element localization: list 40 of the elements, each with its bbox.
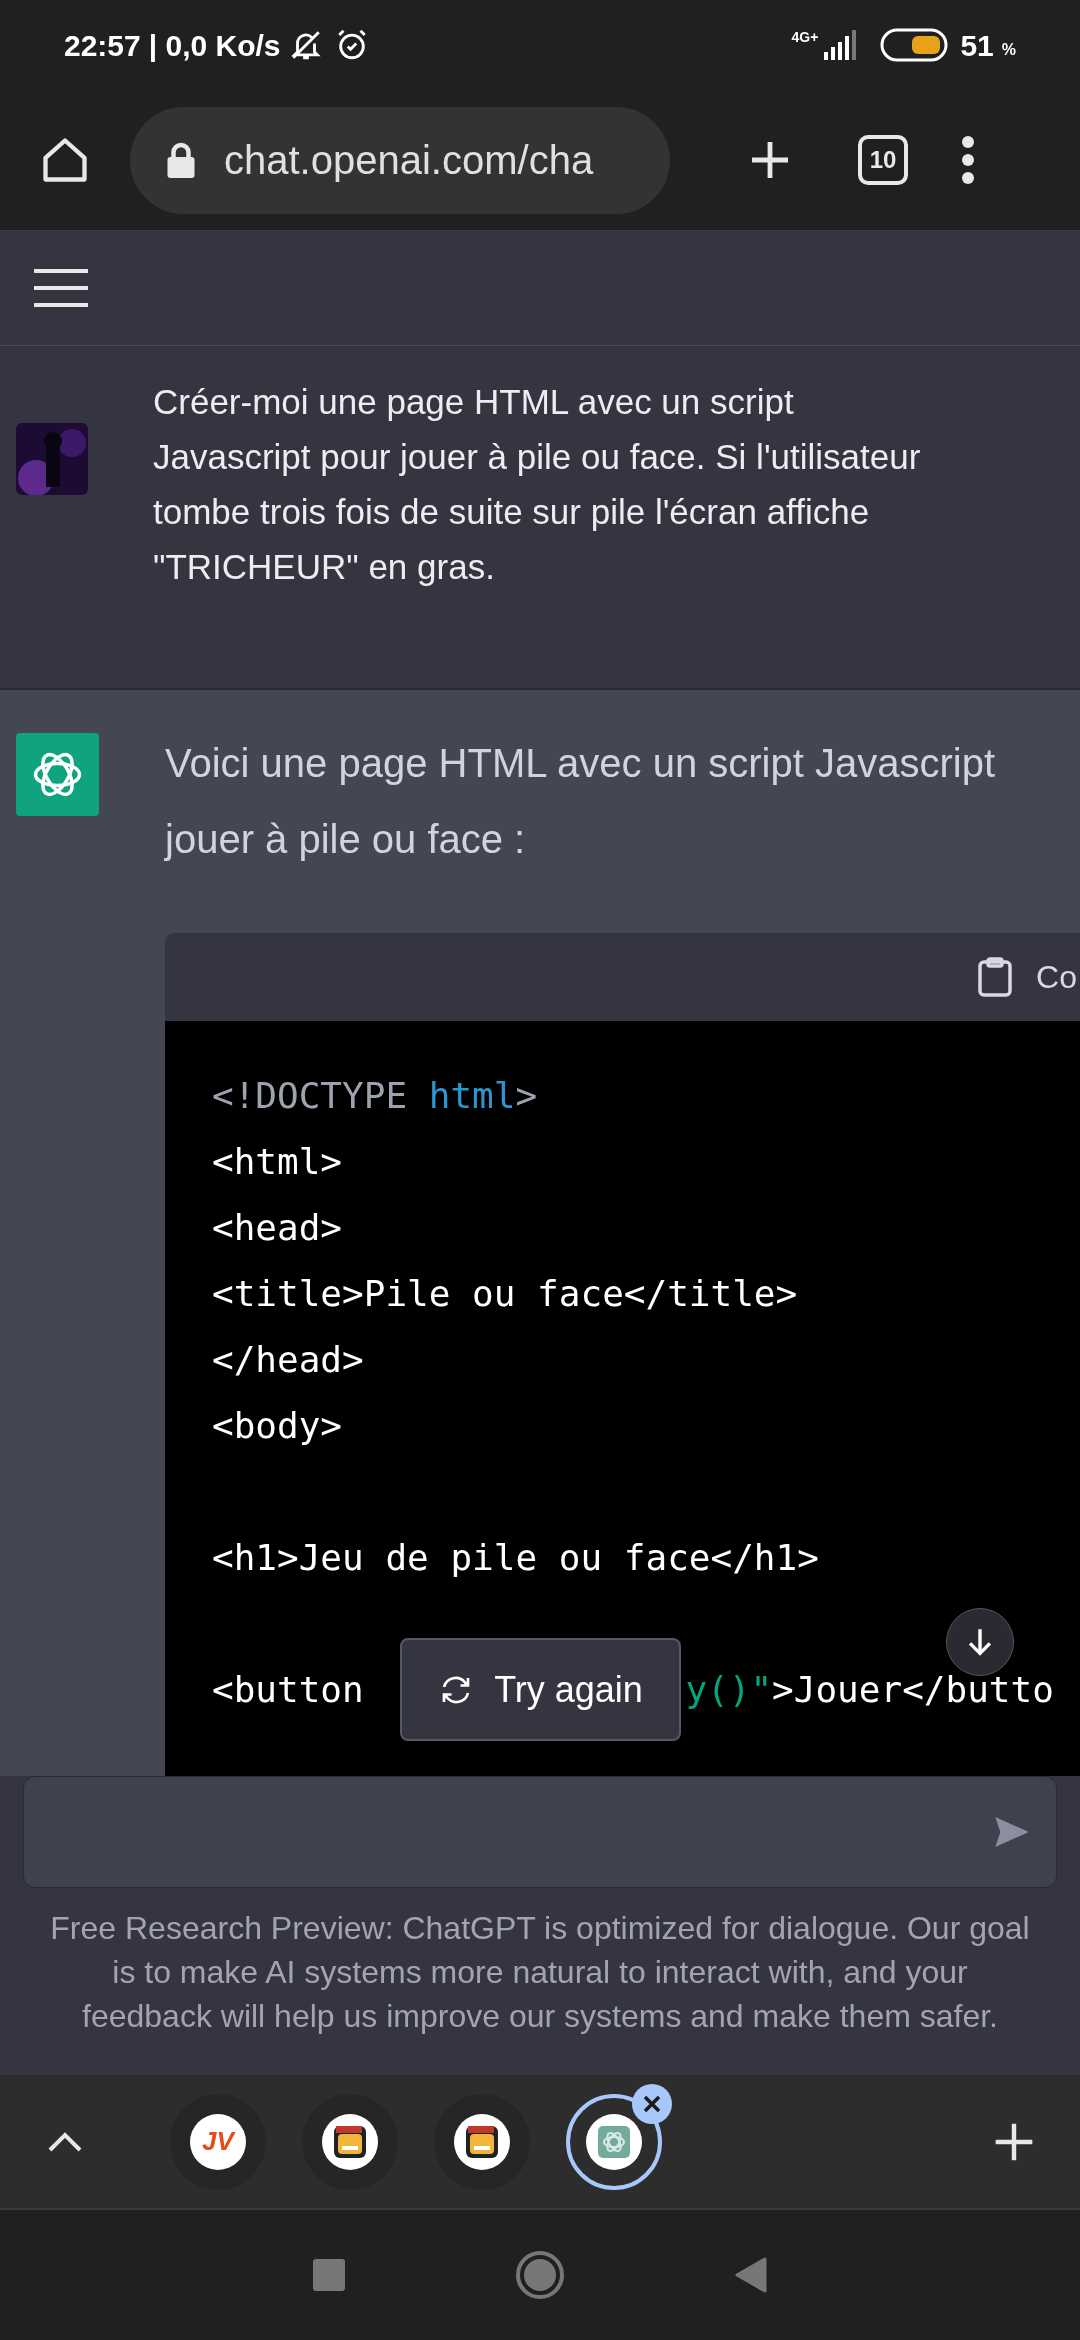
lock-icon — [166, 142, 196, 178]
site-favicon: JV — [190, 2113, 246, 2170]
code-text: <head> — [212, 1210, 343, 1246]
message-input[interactable] — [23, 1776, 1057, 1888]
user-avatar — [16, 423, 88, 495]
close-icon[interactable] — [632, 2083, 672, 2124]
code-text: >Jouer</butto — [772, 1672, 1054, 1708]
chevron-up-icon — [47, 2130, 83, 2153]
copy-code-button[interactable]: Co — [978, 953, 1077, 1001]
tab-button[interactable]: JV — [170, 2093, 266, 2190]
battery-percent: 51 — [960, 27, 994, 64]
code-text: <body> — [212, 1408, 343, 1444]
code-text: <title>Pile ou face</title> — [212, 1276, 798, 1312]
clipboard-icon — [978, 957, 1013, 997]
percent-sign: % — [1001, 40, 1016, 60]
assistant-text: jouer à pile ou face : — [165, 816, 527, 863]
back-button[interactable] — [735, 2257, 767, 2293]
address-bar[interactable]: chat.openai.com/cha — [130, 106, 670, 214]
try-again-button[interactable]: Try again — [400, 1638, 681, 1741]
code-text: <!DOCTYPE — [212, 1078, 409, 1114]
url-text: chat.openai.com/cha — [224, 137, 594, 184]
tab-count-button[interactable]: 10 — [858, 135, 908, 185]
code-text: y()" — [685, 1672, 773, 1708]
code-text: <button — [212, 1672, 365, 1708]
assistant-text: Voici une page HTML avec un script Javascript — [165, 740, 997, 787]
code-text: <html> — [212, 1144, 343, 1180]
code-text: > — [515, 1078, 538, 1114]
network-type: 4G+ — [791, 30, 819, 44]
clock-time: 22:57 — [64, 27, 141, 64]
disclaimer-text: Free Research Preview: ChatGPT is optimized for dialogue. Our goal is to make AI systems more natural to interact with, and your feedback will help us improve our systems and make them safer. — [49, 1909, 1031, 2036]
network-speed: | 0,0 Ko/s — [148, 27, 281, 64]
battery-icon — [880, 28, 949, 62]
openai-icon — [586, 2113, 642, 2170]
code-text: <h1>Jeu de pile ou face</h1> — [212, 1540, 819, 1576]
code-text: </head> — [212, 1342, 364, 1378]
home-nav-button[interactable] — [515, 2250, 565, 2300]
user-message: Créer-moi une page HTML avec un script Javascript pour jouer à pile ou face. Si l'utilisateur tombe trois fois de suite sur pile l'écran affiche "TRICHEUR" en gras. — [153, 381, 922, 588]
signal-icon — [822, 30, 857, 60]
code-text: html — [428, 1078, 516, 1114]
menu-button[interactable] — [34, 268, 88, 308]
